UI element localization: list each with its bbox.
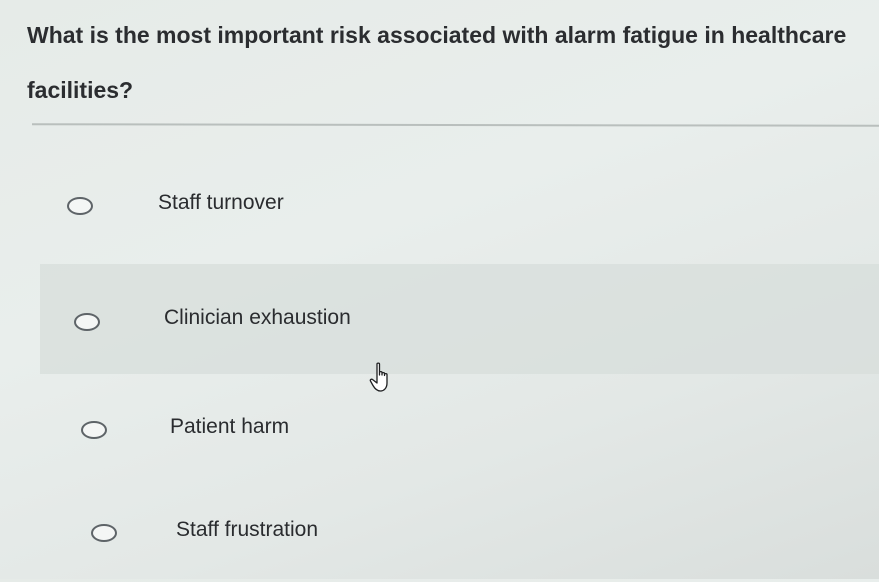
answer-option-staff-frustration[interactable]: Staff frustration xyxy=(40,482,879,582)
hand-pointer-icon xyxy=(369,362,388,392)
radio-button[interactable] xyxy=(74,313,100,331)
radio-button[interactable] xyxy=(67,197,93,215)
answer-option-clinician-exhaustion[interactable]: Clinician exhaustion xyxy=(40,264,879,374)
option-label: Staff turnover xyxy=(158,191,284,214)
answer-option-patient-harm[interactable]: Patient harm xyxy=(40,378,879,478)
option-label: Staff frustration xyxy=(176,518,319,541)
answer-option-staff-turnover[interactable]: Staff turnover xyxy=(40,156,879,256)
question-divider xyxy=(31,123,879,127)
option-label: Clinician exhaustion xyxy=(164,306,351,329)
radio-button[interactable] xyxy=(91,524,117,542)
option-label: Patient harm xyxy=(170,415,290,438)
radio-button[interactable] xyxy=(81,421,107,439)
question-text: What is the most important risk associat… xyxy=(27,22,847,103)
